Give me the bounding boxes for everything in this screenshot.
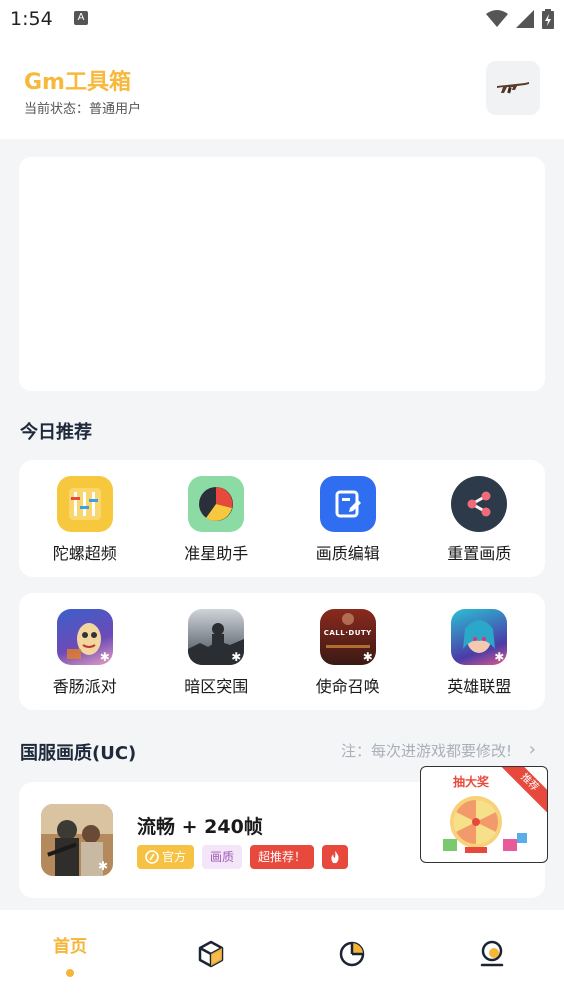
sliders-icon xyxy=(56,476,113,532)
tag-quality: 画质 xyxy=(202,845,243,869)
rifle-icon xyxy=(497,82,529,94)
cube-icon xyxy=(198,940,224,968)
nav-tab-cube[interactable] xyxy=(181,940,241,972)
fire-icon xyxy=(322,845,349,869)
tools-card: 陀螺超频 准星助手 画质编辑 重置画质 xyxy=(19,460,545,577)
signal-icon xyxy=(516,10,534,28)
notification-icon: A xyxy=(74,11,88,25)
user-status-text: 当前状态：普通用户 xyxy=(24,102,142,117)
battery-icon xyxy=(542,9,554,29)
lottery-popup[interactable]: 抽大奖 推荐 xyxy=(420,766,548,863)
nav-tab-profile[interactable] xyxy=(462,940,522,972)
badge-icon: ✱ xyxy=(494,650,505,664)
app-title: Gm工具箱 xyxy=(24,70,131,95)
game-league-of-legends[interactable]: ✱ 英雄联盟 xyxy=(424,609,534,697)
wifi-icon xyxy=(486,10,508,27)
sausage-party-icon: ✱ xyxy=(56,609,113,665)
game-label: 使命召唤 xyxy=(315,677,380,696)
coin-icon xyxy=(145,850,159,864)
pie-chart-icon xyxy=(339,941,365,967)
status-time: 1:54 xyxy=(10,8,53,30)
section-title-today: 今日推荐 xyxy=(20,422,92,443)
tool-label: 重置画质 xyxy=(447,544,512,563)
game-label: 暗区突围 xyxy=(184,677,249,696)
tool-label: 准星助手 xyxy=(184,544,249,563)
banner-area[interactable] xyxy=(19,157,545,391)
modify-note[interactable]: 注：每次进游戏都要修改! xyxy=(341,740,512,761)
weapon-button[interactable] xyxy=(486,61,540,115)
tool-label: 陀螺超频 xyxy=(52,544,117,563)
edit-document-icon xyxy=(319,476,376,532)
chevron-right-icon[interactable]: › xyxy=(529,739,536,760)
game-call-of-duty[interactable]: CALL·DUTY ✱ 使命召唤 xyxy=(293,609,403,697)
tag-official: 官方 xyxy=(137,845,195,869)
bottom-nav: 首页 xyxy=(0,910,564,1004)
section-title-cn-quality: 国服画质(UC) xyxy=(20,743,137,764)
nav-home[interactable]: 首页 xyxy=(40,932,100,977)
status-indicators xyxy=(486,9,554,29)
game-label: 英雄联盟 xyxy=(447,677,512,696)
active-indicator xyxy=(66,969,74,977)
game-sausage-party[interactable]: ✱ 香肠派对 xyxy=(30,609,140,697)
tag-recommended: 超推荐！ xyxy=(250,845,315,869)
app-header: Gm工具箱 当前状态：普通用户 xyxy=(0,38,564,139)
league-of-legends-icon: ✱ xyxy=(451,609,508,665)
tool-reset-quality[interactable]: 重置画质 xyxy=(424,476,534,564)
pubg-title: 流畅 + 240帧 xyxy=(137,816,263,838)
tool-gyro-overclock[interactable]: 陀螺超频 xyxy=(30,476,140,564)
badge-icon: ✱ xyxy=(99,650,110,664)
status-bar: 1:54 A xyxy=(0,0,564,38)
badge-icon: ✱ xyxy=(97,859,109,873)
nav-tab-chart[interactable] xyxy=(322,940,382,972)
badge-icon: ✱ xyxy=(362,650,373,664)
call-of-duty-icon: CALL·DUTY ✱ xyxy=(319,609,376,665)
nav-home-label: 首页 xyxy=(53,937,87,957)
games-card: ✱ 香肠派对 ✱ 暗区突围 CALL·DUTY ✱ 使命召唤 ✱ 英雄联盟 xyxy=(19,593,545,710)
game-arena-breakout[interactable]: ✱ 暗区突围 xyxy=(161,609,271,697)
tool-crosshair-assistant[interactable]: 准星助手 xyxy=(161,476,271,564)
profile-icon xyxy=(480,940,504,967)
badge-icon: ✱ xyxy=(231,650,242,664)
share-node-icon xyxy=(451,476,508,532)
game-label: 香肠派对 xyxy=(52,677,117,696)
pie-icon xyxy=(188,476,245,532)
tool-quality-editor[interactable]: 画质编辑 xyxy=(293,476,403,564)
tag-list: 官方 画质 超推荐！ xyxy=(137,845,349,869)
pubg-game-icon: ✱ xyxy=(41,804,113,876)
tool-label: 画质编辑 xyxy=(315,544,380,563)
arena-breakout-icon: ✱ xyxy=(188,609,245,665)
tag-official-label: 官方 xyxy=(162,850,187,864)
